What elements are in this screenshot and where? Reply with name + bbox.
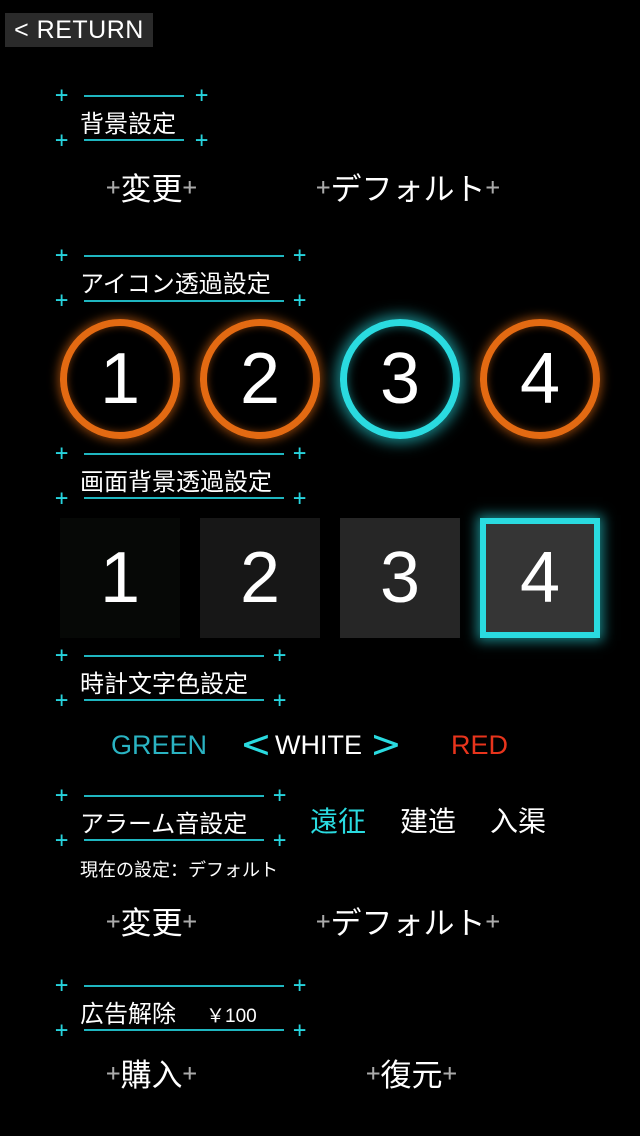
alarm-change-button[interactable]: + 変更 + bbox=[106, 898, 197, 943]
corner-plus-icon: + bbox=[55, 243, 69, 268]
corner-plus-icon: + bbox=[55, 288, 69, 313]
clock-color-green[interactable]: GREEN bbox=[111, 730, 207, 761]
icon-opacity-option-3[interactable]: 3 bbox=[340, 319, 460, 439]
divider bbox=[84, 300, 284, 302]
divider bbox=[84, 497, 284, 499]
corner-plus-icon: + bbox=[55, 128, 69, 153]
corner-plus-icon: + bbox=[55, 828, 69, 853]
divider bbox=[84, 655, 264, 657]
restore-button[interactable]: + 復元 + bbox=[366, 1050, 457, 1095]
section-title: 広告解除 ￥100 bbox=[80, 994, 257, 1029]
option-label: 1 bbox=[99, 339, 141, 419]
section-title: アラーム音設定 bbox=[80, 810, 248, 838]
corner-plus-icon: + bbox=[293, 1018, 307, 1043]
current-setting-text: 現在の設定：デフォルト bbox=[80, 860, 278, 881]
corner-plus-icon: + bbox=[55, 783, 69, 808]
corner-plus-icon: + bbox=[293, 486, 307, 511]
remove-ads-label: 広告解除 bbox=[80, 1000, 176, 1028]
corner-plus-icon: + bbox=[55, 441, 69, 466]
option-label: 4 bbox=[519, 538, 561, 618]
divider bbox=[84, 255, 284, 257]
clock-color-red[interactable]: RED bbox=[451, 730, 508, 761]
alarm-option-docking[interactable]: 入渠 bbox=[490, 800, 546, 840]
divider bbox=[84, 985, 284, 987]
corner-plus-icon: + bbox=[293, 288, 307, 313]
option-label: 1 bbox=[99, 538, 141, 618]
divider bbox=[84, 839, 264, 841]
background-default-button[interactable]: + デフォルト + bbox=[316, 164, 500, 209]
section-title: アイコン透過設定 bbox=[80, 270, 271, 298]
section-title: 時計文字色設定 bbox=[80, 670, 248, 698]
corner-plus-icon: + bbox=[293, 973, 307, 998]
corner-plus-icon: + bbox=[55, 83, 69, 108]
alarm-option-construction[interactable]: 建造 bbox=[400, 800, 456, 840]
divider bbox=[84, 795, 264, 797]
screen-opacity-option-3[interactable]: 3 bbox=[340, 518, 460, 638]
corner-plus-icon: + bbox=[273, 643, 287, 668]
corner-plus-icon: + bbox=[195, 128, 209, 153]
purchase-button[interactable]: + 購入 + bbox=[106, 1050, 197, 1095]
option-label: 3 bbox=[379, 339, 421, 419]
divider bbox=[84, 139, 184, 141]
corner-plus-icon: + bbox=[55, 973, 69, 998]
return-button[interactable]: < RETURN bbox=[5, 13, 153, 47]
option-label: 4 bbox=[519, 339, 561, 419]
chevron-right-icon[interactable]: > bbox=[370, 722, 402, 766]
icon-opacity-option-2[interactable]: 2 bbox=[200, 319, 320, 439]
divider bbox=[84, 95, 184, 97]
divider bbox=[84, 453, 284, 455]
option-label: 2 bbox=[239, 538, 281, 618]
corner-plus-icon: + bbox=[293, 243, 307, 268]
corner-plus-icon: + bbox=[273, 783, 287, 808]
corner-plus-icon: + bbox=[195, 83, 209, 108]
icon-opacity-option-1[interactable]: 1 bbox=[60, 319, 180, 439]
background-change-button[interactable]: + 変更 + bbox=[106, 164, 197, 209]
corner-plus-icon: + bbox=[293, 441, 307, 466]
icon-opacity-option-4[interactable]: 4 bbox=[480, 319, 600, 439]
screen-opacity-option-2[interactable]: 2 bbox=[200, 518, 320, 638]
section-title: 画面背景透過設定 bbox=[80, 468, 272, 496]
corner-plus-icon: + bbox=[55, 688, 69, 713]
chevron-left-icon[interactable]: < bbox=[240, 722, 272, 766]
alarm-option-expedition[interactable]: 遠征 bbox=[310, 800, 366, 840]
option-label: 2 bbox=[239, 339, 281, 419]
corner-plus-icon: + bbox=[273, 828, 287, 853]
screen-opacity-option-4[interactable]: 4 bbox=[480, 518, 600, 638]
divider bbox=[84, 699, 264, 701]
price-label: ￥100 bbox=[206, 1006, 257, 1027]
alarm-default-button[interactable]: + デフォルト + bbox=[316, 898, 500, 943]
option-label: 3 bbox=[379, 538, 421, 618]
clock-color-current: WHITE bbox=[275, 730, 362, 760]
corner-plus-icon: + bbox=[55, 643, 69, 668]
corner-plus-icon: + bbox=[55, 486, 69, 511]
screen-opacity-option-1[interactable]: 1 bbox=[60, 518, 180, 638]
corner-plus-icon: + bbox=[273, 688, 287, 713]
section-title: 背景設定 bbox=[80, 110, 176, 138]
divider bbox=[84, 1029, 284, 1031]
corner-plus-icon: + bbox=[55, 1018, 69, 1043]
